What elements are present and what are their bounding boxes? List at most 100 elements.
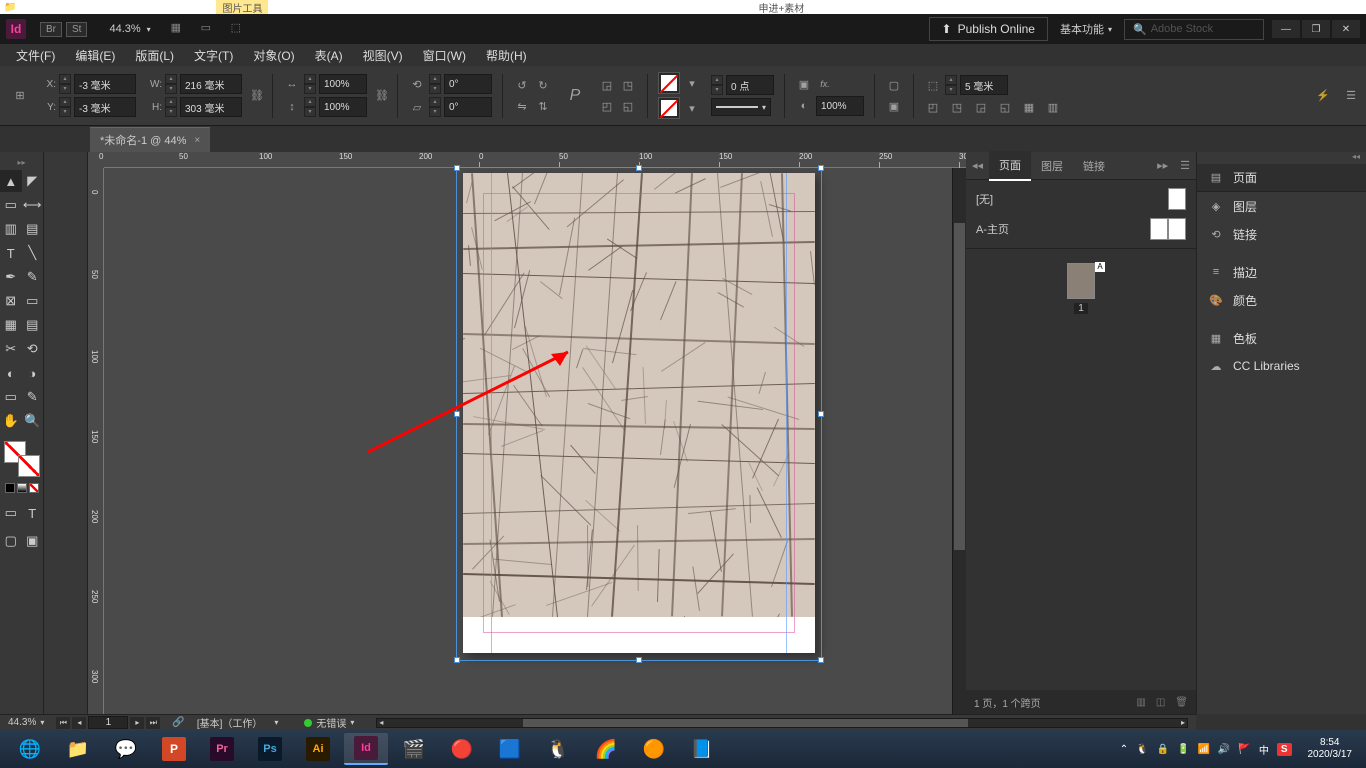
taskbar-explorer[interactable]: 📁 [56, 733, 100, 765]
tray-icon-2[interactable]: 🔒 [1157, 744, 1169, 755]
content-placer-tool[interactable]: ▤ [22, 218, 44, 240]
panel-collapse-icon[interactable]: ◂◂ [966, 159, 989, 172]
scissors-tool[interactable]: ✂ [0, 338, 22, 360]
constrain-scale-icon[interactable]: ⛓ [373, 87, 391, 105]
menu-window[interactable]: 窗口(W) [415, 45, 474, 66]
edit-page-size-icon[interactable]: ▥ [1136, 697, 1145, 708]
panel-menu-icon[interactable]: ☰ [1174, 159, 1196, 172]
menu-table[interactable]: 表(A) [307, 45, 351, 66]
gradient-swatch-tool[interactable]: ◐ [0, 362, 22, 384]
fill-stroke-control[interactable] [4, 441, 40, 477]
rotate-input[interactable] [444, 74, 492, 94]
quick-apply-icon[interactable]: ⚡ [1314, 87, 1332, 105]
pencil-tool[interactable]: ✎ [22, 266, 44, 288]
note-tool[interactable]: ▭ [0, 386, 22, 408]
opacity-input[interactable] [816, 96, 864, 116]
h-input[interactable] [180, 97, 242, 117]
stroke-weight-input[interactable] [726, 75, 774, 95]
drop-shadow-icon[interactable]: ▣ [795, 75, 813, 93]
close-tab-icon[interactable]: × [194, 135, 200, 146]
canvas[interactable]: 050100150200250300350400450050100150200 … [88, 152, 966, 714]
scale-y-input[interactable] [319, 97, 367, 117]
taskbar-chrome[interactable]: 🌈 [584, 733, 628, 765]
status-preset[interactable]: [基本]（工作） [197, 715, 263, 730]
minimize-button[interactable]: — [1272, 20, 1300, 38]
close-button[interactable]: ✕ [1332, 20, 1360, 38]
gap-input[interactable] [960, 75, 1008, 95]
corner-icon-6[interactable]: ▥ [1044, 98, 1062, 116]
taskbar-indesign[interactable]: Id [344, 733, 388, 765]
dock-swatches[interactable]: ▦色板 [1197, 324, 1366, 352]
constrain-wh-icon[interactable]: ⛓ [248, 87, 266, 105]
gpu-icon[interactable]: ⬚ [231, 21, 247, 37]
text-wrap-none-icon[interactable]: ▢ [885, 76, 903, 94]
gap-tool[interactable]: ⟷ [22, 194, 44, 216]
content-collector-tool[interactable]: ▥ [0, 218, 22, 240]
tab-links[interactable]: 链接 [1073, 152, 1115, 180]
dock-layers[interactable]: ◈图层 [1197, 192, 1366, 220]
apply-color[interactable] [5, 483, 15, 493]
dock-links[interactable]: ⟲链接 [1197, 220, 1366, 248]
new-page-icon[interactable]: ◫ [1156, 697, 1165, 708]
taskbar-app-1[interactable]: 🌐 [8, 733, 52, 765]
screen-mode-icon[interactable]: ▭ [201, 21, 217, 37]
taskbar-photoshop[interactable]: Ps [248, 733, 292, 765]
eyedropper-tool[interactable]: ✎ [22, 386, 44, 408]
select-prev-icon[interactable]: ◰ [598, 97, 616, 115]
table-tool[interactable]: ▦ [0, 314, 22, 336]
tray-volume-icon[interactable]: 🔊 [1218, 744, 1230, 755]
menu-object[interactable]: 对象(O) [245, 45, 302, 66]
pen-tool[interactable]: ✒ [0, 266, 22, 288]
tray-ime-icon[interactable]: 中 [1259, 742, 1269, 757]
zoom-level-dropdown[interactable]: 44.3% [109, 23, 150, 35]
tray-qq-icon[interactable]: 🐧 [1136, 744, 1148, 755]
page-navigator[interactable]: ⏮ ◂ ▸ ⏭ [56, 716, 160, 729]
corner-icon-1[interactable]: ◰ [924, 98, 942, 116]
corner-icon-3[interactable]: ◲ [972, 98, 990, 116]
taskbar-app-media[interactable]: 🎬 [392, 733, 436, 765]
first-page-button[interactable]: ⏮ [56, 717, 70, 729]
page-thumbnail-1[interactable]: A [1067, 263, 1095, 299]
tray-sogou-icon[interactable]: S [1277, 743, 1292, 756]
menu-view[interactable]: 视图(V) [355, 45, 411, 66]
taskbar-premiere[interactable]: Pr [200, 733, 244, 765]
tray-network-icon[interactable]: 📶 [1197, 744, 1209, 755]
screen-mode-tool-2[interactable]: ▣ [22, 530, 44, 552]
publish-online-button[interactable]: ⬆ Publish Online [929, 17, 1048, 41]
scale-x-input[interactable] [319, 74, 367, 94]
tab-pages[interactable]: 页面 [989, 151, 1031, 181]
table-tool-2[interactable]: ▤ [22, 314, 44, 336]
placed-image[interactable] [463, 173, 815, 617]
fx-icon[interactable]: fx. [816, 75, 834, 93]
screen-mode-tool[interactable]: ▢ [0, 530, 22, 552]
preview-mode[interactable]: T [22, 502, 44, 524]
next-page-button[interactable]: ▸ [130, 717, 144, 729]
horizontal-scrollbar[interactable]: ◂▸ [376, 718, 1188, 728]
tray-flag-icon[interactable]: 🚩 [1238, 744, 1250, 755]
rotate-cw-icon[interactable]: ↻ [534, 76, 552, 94]
taskbar-app-orange[interactable]: 🟠 [632, 733, 676, 765]
current-page-input[interactable] [88, 716, 128, 729]
fill-swatch[interactable] [658, 72, 680, 94]
line-tool[interactable]: ╲ [22, 242, 44, 264]
flip-v-icon[interactable]: ⇅ [534, 97, 552, 115]
menu-help[interactable]: 帮助(H) [478, 45, 535, 66]
arrange-icon[interactable]: ▦ [171, 21, 187, 37]
prev-page-button[interactable]: ◂ [72, 717, 86, 729]
gradient-feather-tool[interactable]: ◑ [22, 362, 44, 384]
dock-pages[interactable]: ▤页面 [1197, 164, 1366, 192]
corner-icon-2[interactable]: ◳ [948, 98, 966, 116]
corner-icon-4[interactable]: ◱ [996, 98, 1014, 116]
type-tool[interactable]: T [0, 242, 22, 264]
select-content-icon[interactable]: ◳ [619, 76, 637, 94]
bridge-button[interactable]: Br [40, 22, 62, 37]
rectangle-tool[interactable]: ▭ [22, 290, 44, 312]
rectangle-frame-tool[interactable]: ⊠ [0, 290, 22, 312]
normal-view-mode[interactable]: ▭ [0, 502, 22, 524]
dock-stroke[interactable]: ≡描边 [1197, 258, 1366, 286]
tray-clock[interactable]: 8:54 2020/3/17 [1308, 737, 1353, 761]
adobe-stock-search[interactable]: 🔍 Adobe Stock [1124, 19, 1264, 40]
zoom-tool[interactable]: 🔍 [22, 410, 44, 432]
tab-layers[interactable]: 图层 [1031, 152, 1073, 180]
dock-color[interactable]: 🎨颜色 [1197, 286, 1366, 314]
